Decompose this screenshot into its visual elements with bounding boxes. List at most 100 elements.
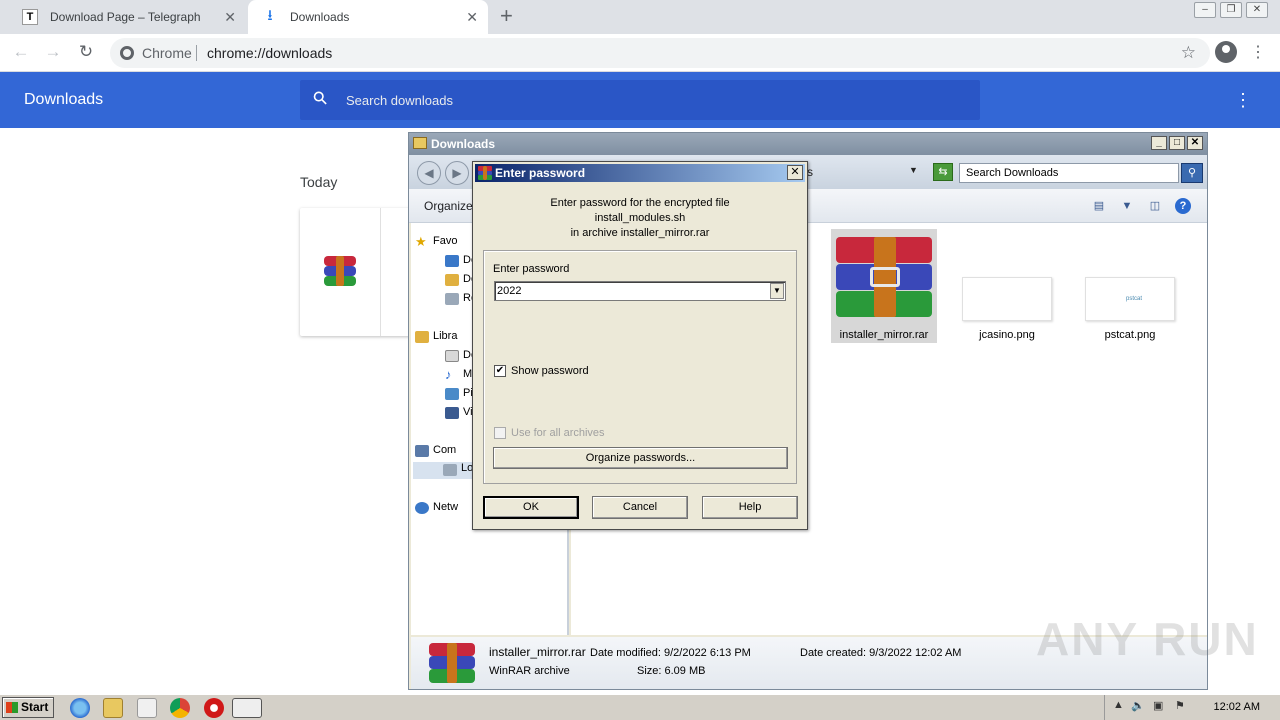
dialog-titlebar[interactable]: Enter password ✕ <box>475 164 805 182</box>
explorer-search-input[interactable]: Search Downloads <box>959 163 1179 183</box>
organize-passwords-button[interactable]: Organize passwords... <box>493 447 788 469</box>
telegraph-favicon-icon: T <box>22 9 38 25</box>
downloads-header: Downloads ⚲ ⋮ <box>0 72 1280 128</box>
back-icon[interactable]: ← <box>10 41 32 63</box>
forward-icon[interactable]: ▶ <box>445 161 469 185</box>
message-line: Enter password for the encrypted file <box>550 197 730 209</box>
opera-icon[interactable] <box>204 698 224 718</box>
forward-icon[interactable]: → <box>42 41 64 63</box>
view-controls: ▤ ▼ ◫ ? <box>1091 198 1191 214</box>
chrome-menu-icon[interactable]: ⋮ <box>1250 42 1266 62</box>
file-name: installer_mirror.rar <box>839 329 929 341</box>
start-button[interactable]: Start <box>2 697 54 718</box>
reload-icon[interactable]: ↻ <box>75 41 97 63</box>
internet-explorer-icon[interactable] <box>70 698 90 718</box>
nav-computer[interactable]: Com <box>415 444 456 457</box>
media-player-icon[interactable] <box>137 698 157 718</box>
profile-avatar-icon[interactable] <box>1215 41 1237 63</box>
volume-icon[interactable]: 🔈 <box>1131 699 1145 712</box>
details-size: Size: 6.09 MB <box>637 665 706 677</box>
image-thumbnail <box>962 277 1052 321</box>
chevron-down-icon[interactable]: ▼ <box>770 283 784 299</box>
file-pstcat[interactable]: pstcat pstcat.png <box>1077 229 1183 343</box>
encrypted-filename: install_modules.sh <box>594 212 686 224</box>
file-jcasino[interactable]: jcasino.png <box>954 229 1060 343</box>
refresh-icon[interactable]: ⇆ <box>933 163 953 181</box>
image-thumbnail: pstcat <box>1085 277 1175 321</box>
windows-logo-icon <box>6 702 18 713</box>
details-created: Date created: 9/3/2022 12:02 AM <box>800 647 962 659</box>
page-title: Downloads <box>24 91 104 108</box>
view-dropdown-icon[interactable]: ▼ <box>1119 198 1135 214</box>
maximize-icon[interactable]: □ <box>1169 136 1185 150</box>
show-password-checkbox[interactable]: ✔ <box>494 365 506 377</box>
bookmark-star-icon[interactable]: ☆ <box>1181 38 1196 68</box>
close-icon[interactable]: ✕ <box>787 165 803 180</box>
close-window-icon[interactable]: ✕ <box>1246 2 1268 18</box>
winrar-icon <box>478 166 492 180</box>
back-icon[interactable]: ◀ <box>417 161 441 185</box>
card-divider <box>380 208 381 336</box>
clock[interactable]: 12:02 AM <box>1214 695 1260 720</box>
password-group: Enter password ▼ ✔ Show password Use for… <box>483 250 797 484</box>
details-type: WinRAR archive <box>489 665 570 677</box>
address-bar[interactable]: Chrome chrome://downloads ☆ <box>110 38 1210 68</box>
file-explorer-icon[interactable] <box>103 698 123 718</box>
winrar-icon <box>429 643 475 683</box>
search-icon[interactable]: ⚲ <box>1181 163 1203 183</box>
browser-toolbar: ← → ↻ Chrome chrome://downloads ☆ ⋮ <box>0 34 1280 72</box>
tab-telegraph[interactable]: T Download Page – Telegraph ✕ <box>8 0 246 34</box>
show-password-label[interactable]: Show password <box>511 365 589 377</box>
action-center-flag-icon[interactable]: ⚑ <box>1175 699 1185 712</box>
site-chip: Chrome <box>142 45 192 61</box>
desktop-icon <box>445 255 459 267</box>
file-installer-mirror[interactable]: installer_mirror.rar <box>831 229 937 343</box>
preview-pane-icon[interactable]: ◫ <box>1147 198 1163 214</box>
pictures-icon <box>445 388 459 400</box>
change-view-icon[interactable]: ▤ <box>1091 198 1107 214</box>
more-actions-icon[interactable]: ⋮ <box>1234 72 1252 128</box>
minimize-icon[interactable]: – <box>1194 2 1216 18</box>
tab-downloads[interactable]: ⭳ Downloads ✕ <box>248 0 488 34</box>
address-dropdown-icon[interactable]: ▼ <box>909 165 918 175</box>
tab-strip: T Download Page – Telegraph ✕ ⭳ Download… <box>0 0 1280 34</box>
downloads-search-input[interactable] <box>346 80 946 120</box>
chrome-icon[interactable] <box>170 698 190 718</box>
ok-button[interactable]: OK <box>483 496 579 519</box>
documents-icon <box>445 350 459 362</box>
use-for-all-checkbox[interactable] <box>494 427 506 439</box>
star-icon: ★ <box>415 234 427 249</box>
new-tab-icon[interactable]: + <box>500 3 513 29</box>
close-icon[interactable]: ✕ <box>1187 136 1203 150</box>
winrar-taskbar-icon[interactable] <box>232 698 262 718</box>
close-tab-icon[interactable]: ✕ <box>224 0 236 34</box>
password-input[interactable] <box>497 283 767 299</box>
password-combobox[interactable]: ▼ <box>494 281 786 301</box>
details-filename: installer_mirror.rar <box>489 645 586 659</box>
minimize-icon[interactable]: _ <box>1151 136 1167 150</box>
nav-libraries[interactable]: Libra <box>415 330 457 343</box>
nav-network[interactable]: Netw <box>415 501 458 514</box>
organize-menu[interactable]: Organize <box>424 189 473 223</box>
folder-icon <box>413 137 427 149</box>
help-button[interactable]: Help <box>702 496 798 519</box>
downloads-search[interactable]: ⚲ <box>300 80 980 120</box>
downloads-folder-icon <box>445 274 459 286</box>
file-name: pstcat.png <box>1104 329 1156 341</box>
tab-title: Downloads <box>290 10 350 24</box>
nav-favorites[interactable]: ★ Favo <box>415 235 457 248</box>
chrome-icon <box>120 46 134 60</box>
show-hidden-icons-icon[interactable]: ▲ <box>1113 699 1124 711</box>
dialog-message: Enter password for the encrypted file in… <box>473 196 807 241</box>
help-icon[interactable]: ? <box>1175 198 1191 214</box>
network-tray-icon[interactable]: ▣ <box>1153 699 1163 712</box>
search-icon: ⚲ <box>308 86 332 110</box>
password-dialog: Enter password ✕ Enter password for the … <box>472 161 808 530</box>
explorer-titlebar[interactable]: Downloads _ □ ✕ <box>409 133 1207 155</box>
url-text[interactable]: chrome://downloads <box>207 38 332 68</box>
close-tab-icon[interactable]: ✕ <box>466 0 478 34</box>
cancel-button[interactable]: Cancel <box>592 496 688 519</box>
file-name: jcasino.png <box>979 329 1035 341</box>
restore-icon[interactable]: ❐ <box>1220 2 1242 18</box>
details-modified: Date modified: 9/2/2022 6:13 PM <box>590 647 751 659</box>
